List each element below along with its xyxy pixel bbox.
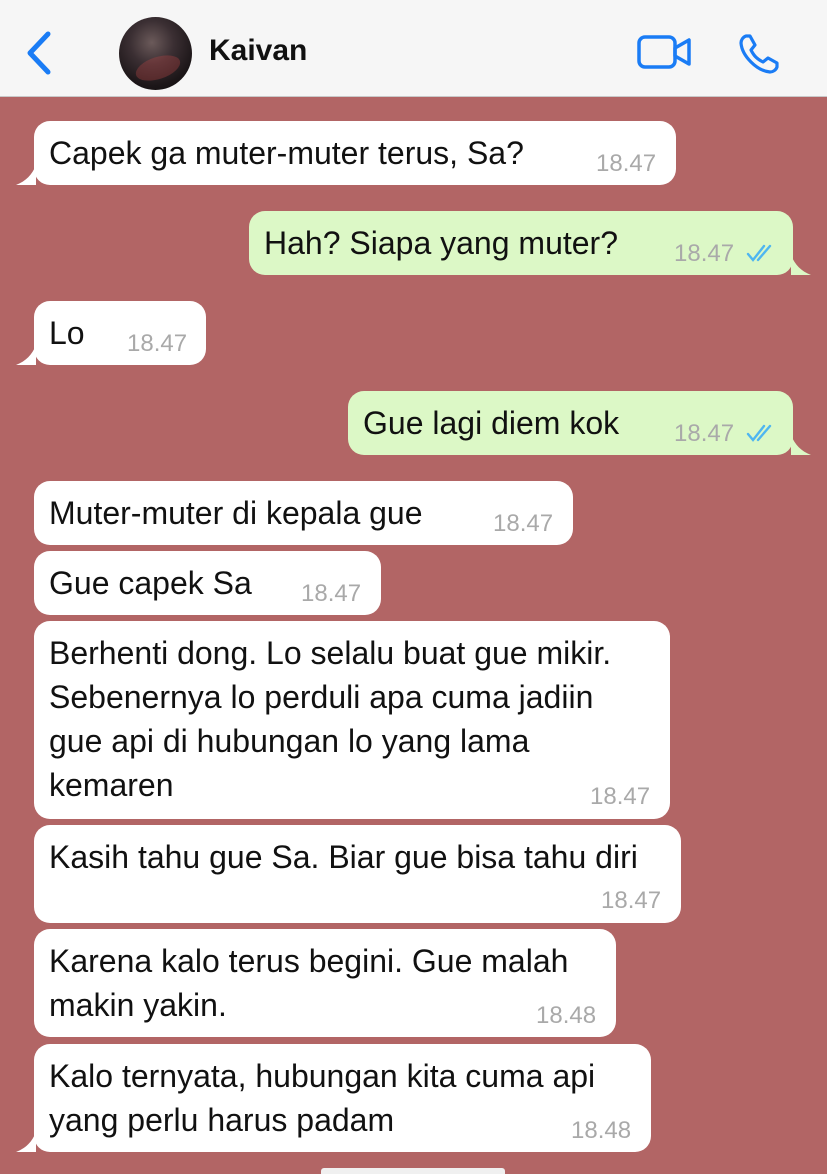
contact-name[interactable]: Kaivan bbox=[209, 34, 307, 68]
video-camera-icon[interactable] bbox=[636, 34, 692, 70]
message-bubble-incoming[interactable]: Kasih tahu gue Sa. Biar gue bisa tahu di… bbox=[34, 825, 681, 923]
message-time: 18.47 bbox=[590, 783, 651, 810]
message-text: Kasih tahu gue Sa. Biar gue bisa tahu di… bbox=[49, 839, 638, 875]
message-time: 18.47 bbox=[301, 580, 362, 607]
message-time: 18.47 bbox=[127, 330, 188, 357]
message-time: 18.47 bbox=[596, 150, 657, 177]
message-bubble-outgoing[interactable]: Gue lagi diem kok 18.47 bbox=[348, 391, 811, 455]
chat-header: Kaivan bbox=[0, 0, 827, 97]
message-bubble-incoming[interactable]: Berhenti dong. Lo selalu buat gue mikir.… bbox=[34, 621, 670, 819]
date-divider-edge bbox=[321, 1168, 505, 1174]
message-time: 18.47 bbox=[674, 420, 735, 447]
message-time: 18.48 bbox=[571, 1117, 632, 1144]
message-bubble-incoming[interactable]: Kalo ternyata, hubungan kita cuma api ya… bbox=[16, 1044, 651, 1152]
message-text: Gue capek Sa bbox=[49, 565, 252, 601]
message-text: Capek ga muter-muter terus, Sa? bbox=[49, 135, 524, 171]
message-time: 18.48 bbox=[536, 1002, 597, 1029]
bubble-tail bbox=[16, 165, 36, 185]
bubble-tail bbox=[791, 435, 811, 455]
message-text: Lo bbox=[49, 315, 85, 351]
phone-icon[interactable] bbox=[737, 32, 781, 76]
read-receipt-icon bbox=[746, 244, 772, 262]
message-bubble-outgoing[interactable]: Hah? Siapa yang muter? 18.47 bbox=[249, 211, 811, 275]
message-text: Hah? Siapa yang muter? bbox=[264, 225, 618, 261]
message-text: Muter-muter di kepala gue bbox=[49, 495, 423, 531]
avatar[interactable] bbox=[119, 17, 192, 90]
message-bubble-incoming[interactable]: Karena kalo terus begini. Gue malah maki… bbox=[34, 929, 616, 1037]
message-bubble-incoming[interactable]: Muter-muter di kepala gue 18.47 bbox=[34, 481, 573, 545]
message-time: 18.47 bbox=[493, 510, 554, 537]
message-text: Kalo ternyata, hubungan kita cuma api ya… bbox=[49, 1058, 596, 1138]
message-bubble-incoming[interactable]: Capek ga muter-muter terus, Sa? 18.47 bbox=[16, 121, 676, 185]
message-bubble-incoming[interactable]: Gue capek Sa 18.47 bbox=[34, 551, 381, 615]
message-time: 18.47 bbox=[674, 240, 735, 267]
bubble-tail bbox=[16, 345, 36, 365]
read-receipt-icon bbox=[746, 424, 772, 442]
back-chevron-icon[interactable] bbox=[22, 28, 56, 78]
message-bubble-incoming[interactable]: Lo 18.47 bbox=[16, 301, 206, 365]
bubble-tail bbox=[791, 255, 811, 275]
message-time: 18.47 bbox=[601, 887, 662, 914]
bubble-tail bbox=[16, 1132, 36, 1152]
message-text: Gue lagi diem kok bbox=[363, 405, 620, 441]
message-text: Karena kalo terus begini. Gue malah maki… bbox=[49, 943, 569, 1023]
message-text: Berhenti dong. Lo selalu buat gue mikir.… bbox=[49, 635, 612, 803]
